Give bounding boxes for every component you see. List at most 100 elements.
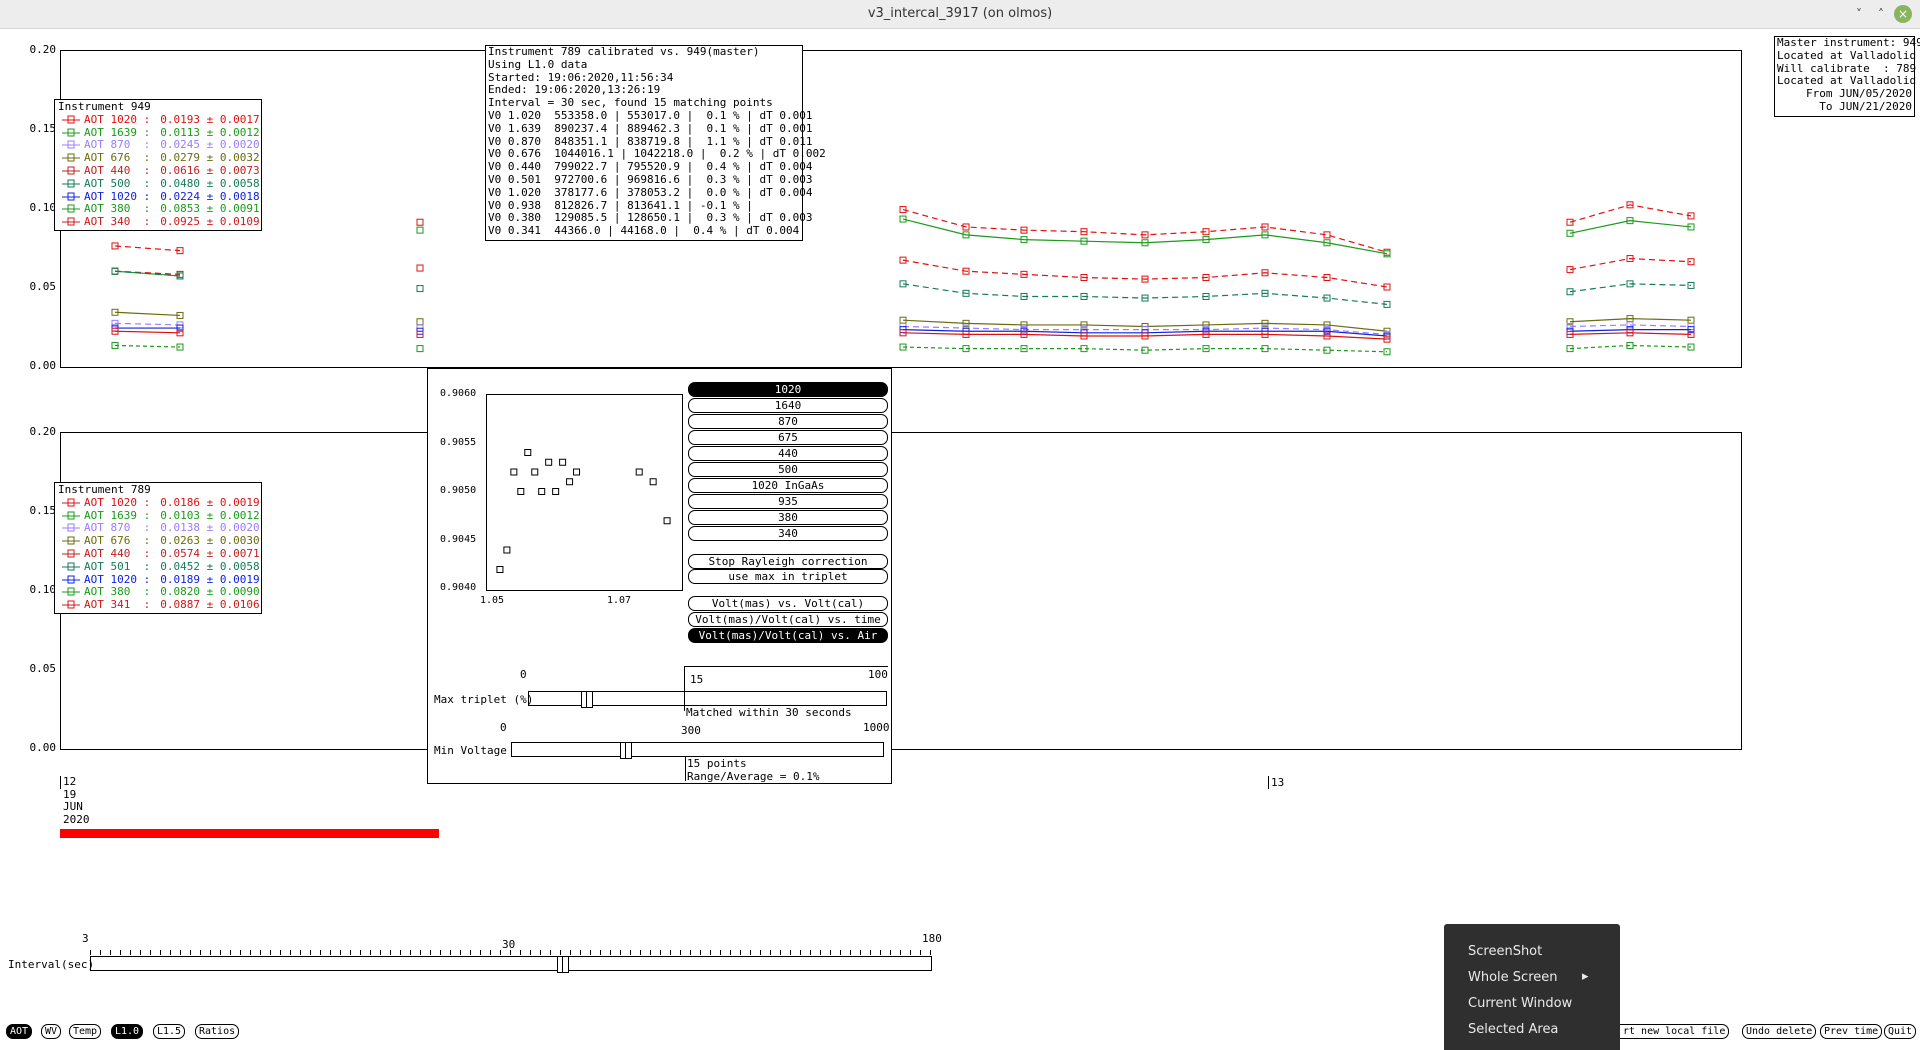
stop-rayleigh-button[interactable]: Stop Rayleigh correction	[688, 554, 888, 569]
scatter-ytick: 0.9060	[440, 388, 477, 399]
scatter-point	[531, 468, 539, 476]
scatter-point	[503, 546, 511, 554]
interval-tick	[600, 950, 601, 955]
legend-label: AOT 1020 :	[84, 572, 151, 586]
legend-value: 0.0263 ± 0.0030	[160, 534, 260, 548]
interval-slider-thumb[interactable]	[556, 956, 569, 973]
series-line	[114, 344, 181, 348]
channel-button[interactable]: 1640	[688, 398, 888, 413]
menu-item-selected-area[interactable]: Selected Area	[1468, 1022, 1558, 1037]
x-axis-date-part: JUN	[63, 800, 83, 813]
interval-slider[interactable]	[90, 956, 932, 973]
legend-label: AOT 340 :	[84, 215, 151, 229]
channel-button[interactable]: 1020 InGaAs	[688, 478, 888, 493]
mode-button-ratios[interactable]: Ratios	[195, 1024, 240, 1039]
interval-tick	[190, 950, 191, 955]
interval-tick	[590, 950, 591, 955]
triplet-slider-thumb[interactable]	[580, 691, 593, 708]
legend-marker-icon	[62, 587, 80, 597]
interval-tick	[330, 950, 331, 955]
channel-button[interactable]: 380	[688, 510, 888, 525]
series-line	[114, 322, 181, 326]
mode-button-wv[interactable]: WV	[41, 1024, 62, 1039]
legend-marker-icon	[62, 523, 80, 533]
action-button[interactable]: Undo delete	[1742, 1024, 1817, 1039]
interval-tick	[740, 950, 741, 955]
legend-value: 0.0193 ± 0.0017	[160, 112, 260, 126]
series-line	[114, 330, 181, 334]
channel-button[interactable]: 675	[688, 430, 888, 445]
action-button[interactable]: Prev time	[1820, 1024, 1883, 1039]
interval-tick	[610, 950, 611, 955]
series-line	[1569, 257, 1692, 271]
y-tick-label: 0.00	[29, 741, 57, 754]
interval-tick	[700, 950, 701, 955]
interval-tick	[430, 950, 431, 955]
minv-slider[interactable]	[511, 742, 884, 759]
use-max-triplet-button[interactable]: use max in triplet	[688, 569, 888, 584]
legend-value: 0.0925 ± 0.0109	[160, 215, 260, 229]
menu-item-whole-screen[interactable]: Whole Screen	[1468, 970, 1557, 985]
minv-slider-thumb[interactable]	[619, 742, 632, 759]
screenshot-context-menu: ScreenShot Whole Screen ▸ Current Window…	[1444, 924, 1620, 1050]
legend-marker-icon	[62, 128, 80, 138]
interval-tick	[920, 950, 921, 955]
scatter-xtick-1: 1.05	[480, 595, 505, 606]
interval-tick	[90, 950, 91, 955]
scatter-point	[573, 468, 581, 476]
interval-tick	[480, 950, 481, 955]
interval-ticks	[90, 950, 931, 955]
interval-tick	[770, 950, 771, 955]
action-button[interactable]: Quit	[1884, 1024, 1917, 1039]
plot-bottom-area[interactable]	[60, 432, 1742, 750]
interval-tick	[510, 950, 511, 955]
interval-tick	[750, 950, 751, 955]
minv-divider	[685, 757, 686, 781]
minv-value-label: 300	[681, 724, 701, 737]
action-button[interactable]: rt new local file	[1620, 1024, 1730, 1039]
scatter-ytick: 0.9040	[440, 582, 477, 593]
channel-button[interactable]: 440	[688, 446, 888, 461]
series-line	[902, 346, 1388, 353]
menu-item-current-window[interactable]: Current Window	[1468, 996, 1572, 1011]
menu-item-screenshot[interactable]: ScreenShot	[1468, 944, 1542, 959]
channel-button[interactable]: 935	[688, 494, 888, 509]
mode-volt-vs-volt-button[interactable]: Volt(mas) vs. Volt(cal)	[688, 596, 888, 611]
legend-label: AOT 1020 :	[84, 189, 151, 203]
triplet-status: Matched within 30 seconds	[686, 706, 852, 719]
interval-max-label: 180	[922, 932, 942, 945]
interval-tick	[520, 950, 521, 955]
interval-tick	[830, 950, 831, 955]
legend-marker-icon	[62, 562, 80, 572]
series-line	[1569, 283, 1692, 293]
triplet-min-label: 0	[520, 668, 527, 681]
legend-value: 0.0113 ± 0.0012	[160, 125, 260, 139]
mode-button-temp[interactable]: Temp	[69, 1024, 102, 1039]
mode-ratio-vs-time-button[interactable]: Volt(mas)/Volt(cal) vs. time	[688, 612, 888, 627]
legend-value: 0.0245 ± 0.0020	[160, 138, 260, 152]
interval-tick	[220, 950, 221, 955]
mode-button-aot[interactable]: AOT	[6, 1024, 33, 1039]
interval-tick	[290, 950, 291, 955]
channel-button[interactable]: 1020	[688, 382, 888, 397]
channel-button[interactable]: 870	[688, 414, 888, 429]
interval-tick	[460, 950, 461, 955]
interval-tick	[200, 950, 201, 955]
interval-tick	[120, 950, 121, 955]
channel-button[interactable]: 500	[688, 462, 888, 477]
legend-label: AOT 676 :	[84, 151, 151, 165]
series-point	[416, 318, 424, 326]
mode-ratio-vs-airmass-button[interactable]: Volt(mas)/Volt(cal) vs. Air Mass	[688, 628, 888, 655]
interval-tick	[360, 950, 361, 955]
legend-value: 0.0224 ± 0.0018	[160, 189, 260, 203]
legend-value: 0.0820 ± 0.0090	[160, 585, 260, 599]
triplet-slider[interactable]	[528, 691, 887, 708]
channel-button[interactable]: 340	[688, 526, 888, 541]
interval-tick	[660, 950, 661, 955]
mode-button-l15[interactable]: L1.5	[153, 1024, 186, 1039]
interval-tick	[540, 950, 541, 955]
interval-tick	[550, 950, 551, 955]
interval-tick	[240, 950, 241, 955]
mode-button-l10[interactable]: L1.0	[111, 1024, 144, 1039]
triplet-value-label: 15	[690, 673, 704, 686]
